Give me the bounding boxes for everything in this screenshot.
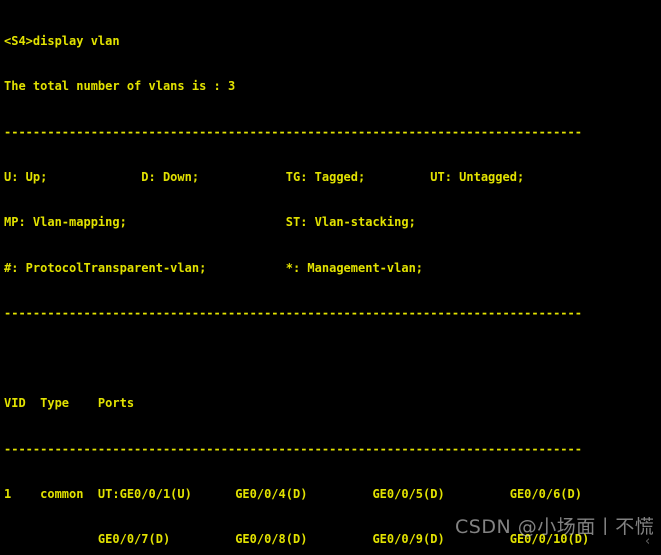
command-prompt-line: <S4>display vlan xyxy=(4,34,120,49)
port-table-header: VID Type Ports xyxy=(4,396,135,411)
vlan-total-line: The total number of vlans is : 3 xyxy=(4,79,236,94)
port-table-row: GE0/0/7(D) GE0/0/8(D) GE0/0/9(D) GE0/0/1… xyxy=(4,532,590,547)
legend-line-1: U: Up; D: Down; TG: Tagged; UT: Untagged… xyxy=(4,170,525,185)
legend-line-2: MP: Vlan-mapping; ST: Vlan-stacking; xyxy=(4,215,416,230)
port-table-row: 1 common UT:GE0/0/1(U) GE0/0/4(D) GE0/0/… xyxy=(4,487,582,501)
separator-2: ----------------------------------------… xyxy=(4,305,582,320)
terminal-output: <S4>display vlan The total number of vla… xyxy=(0,0,661,555)
legend-line-3: #: ProtocolTransparent-vlan; *: Manageme… xyxy=(4,260,424,275)
separator-1: ----------------------------------------… xyxy=(4,124,582,139)
separator-3: ----------------------------------------… xyxy=(4,441,582,456)
